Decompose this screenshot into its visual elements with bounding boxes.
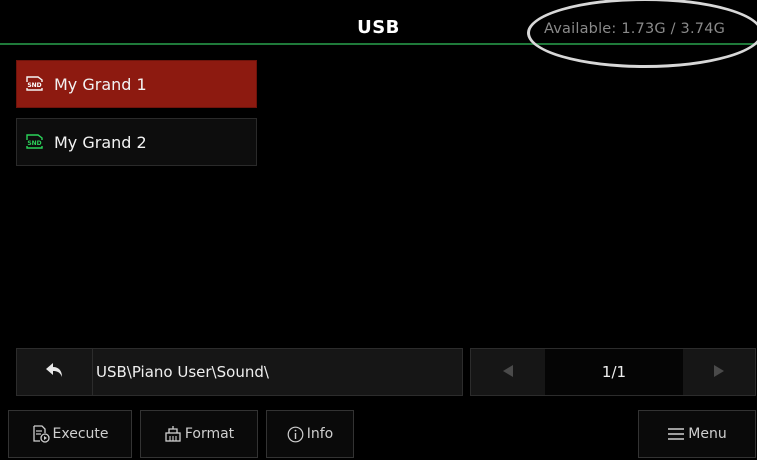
back-arrow-icon <box>45 361 65 383</box>
header-bar: USB Available: 1.73G / 3.74G <box>0 0 757 45</box>
current-path: USB\Piano User\Sound\ <box>96 363 269 381</box>
next-page-button[interactable] <box>683 349 755 395</box>
snd-file-icon: SND <box>25 134 44 150</box>
info-icon <box>287 426 304 443</box>
menu-label: Menu <box>688 426 727 442</box>
file-item-my-grand-1[interactable]: SND My Grand 1 <box>16 60 257 108</box>
execute-icon <box>32 425 50 443</box>
file-item-my-grand-2[interactable]: SND My Grand 2 <box>16 118 257 166</box>
info-button[interactable]: Info <box>266 410 354 458</box>
execute-button[interactable]: Execute <box>8 410 132 458</box>
triangle-left-icon <box>501 363 515 382</box>
format-label: Format <box>184 426 235 442</box>
hamburger-menu-icon <box>667 427 685 441</box>
file-label: My Grand 1 <box>54 74 147 94</box>
pager: 1/1 <box>470 348 756 396</box>
format-button[interactable]: Format <box>140 410 258 458</box>
page-indicator: 1/1 <box>545 349 683 395</box>
back-button[interactable] <box>17 349 93 395</box>
execute-label: Execute <box>52 426 109 442</box>
snd-file-icon: SND <box>25 76 44 92</box>
path-bar: USB\Piano User\Sound\ <box>16 348 463 396</box>
menu-button[interactable]: Menu <box>638 410 756 458</box>
svg-text:SND: SND <box>27 140 41 147</box>
format-icon <box>164 425 182 443</box>
prev-page-button[interactable] <box>471 349 545 395</box>
file-label: My Grand 2 <box>54 132 147 152</box>
svg-text:SND: SND <box>27 82 41 89</box>
triangle-right-icon <box>712 363 726 382</box>
header-divider <box>0 43 757 45</box>
storage-available: Available: 1.73G / 3.74G <box>544 21 726 37</box>
info-label: Info <box>306 426 334 442</box>
